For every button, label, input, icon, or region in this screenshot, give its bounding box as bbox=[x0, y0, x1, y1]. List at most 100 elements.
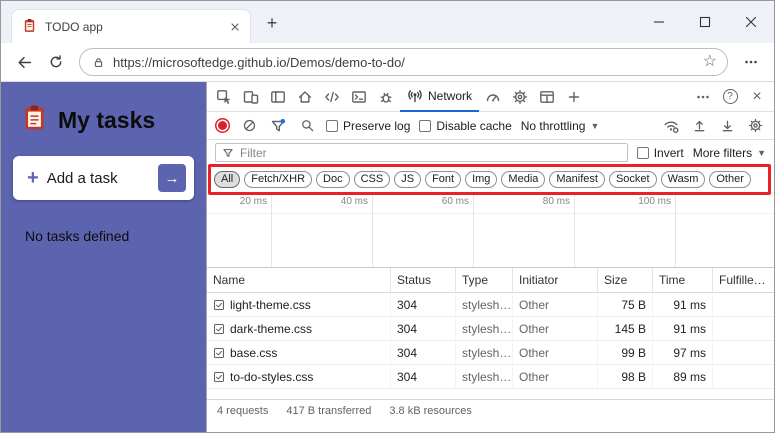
cell-time: 97 ms bbox=[653, 341, 713, 365]
help-icon[interactable]: ? bbox=[717, 84, 743, 110]
filter-chip-all[interactable]: All bbox=[214, 170, 241, 188]
network-filter-input[interactable] bbox=[240, 145, 621, 160]
tick-label: 20 ms bbox=[239, 196, 267, 207]
more-tabs-plus-icon[interactable] bbox=[561, 84, 587, 110]
device-emulation-icon[interactable] bbox=[238, 84, 264, 110]
search-icon[interactable] bbox=[297, 116, 317, 136]
submit-task-arrow-button[interactable]: → bbox=[158, 164, 186, 192]
network-summary-bar: 4 requests 417 B transferred 3.8 kB reso… bbox=[207, 399, 774, 422]
cell-status: 304 bbox=[391, 365, 456, 389]
column-header-fulfilled[interactable]: Fulfille… bbox=[713, 268, 774, 293]
cell-size: 145 B bbox=[598, 317, 653, 341]
column-header-name[interactable]: Name bbox=[207, 268, 391, 293]
tick-label: 40 ms bbox=[340, 196, 368, 207]
more-filters-dropdown[interactable]: More filters ▼ bbox=[693, 146, 766, 160]
disable-cache-label: Disable cache bbox=[436, 118, 512, 133]
home-icon[interactable] bbox=[292, 84, 318, 110]
column-header-size[interactable]: Size bbox=[598, 268, 653, 293]
filter-chip-doc[interactable]: Doc bbox=[316, 170, 350, 188]
network-settings-gear-icon[interactable] bbox=[744, 115, 766, 137]
maximize-button[interactable] bbox=[682, 1, 728, 43]
cell-size: 75 B bbox=[598, 293, 653, 317]
address-bar[interactable]: https://microsoftedge.github.io/Demos/de… bbox=[79, 48, 728, 76]
table-row[interactable]: light-theme.css 304 stylesh… Other 75 B … bbox=[207, 293, 774, 317]
devtools-more-menu-icon[interactable] bbox=[690, 84, 716, 110]
network-controls-bar: Preserve log Disable cache No throttling… bbox=[207, 112, 774, 140]
inspect-icon[interactable] bbox=[211, 84, 237, 110]
browser-tab-todo-app[interactable]: TODO app bbox=[11, 9, 251, 43]
cell-name[interactable]: base.css bbox=[207, 341, 391, 365]
disable-cache-checkbox[interactable]: Disable cache bbox=[419, 118, 512, 133]
clear-icon[interactable] bbox=[239, 116, 259, 136]
cell-name[interactable]: to-do-styles.css bbox=[207, 365, 391, 389]
application-icon[interactable] bbox=[534, 84, 560, 110]
cell-initiator: Other bbox=[513, 317, 598, 341]
table-row[interactable]: base.css 304 stylesh… Other 99 B 97 ms bbox=[207, 341, 774, 365]
filter-chip-wasm[interactable]: Wasm bbox=[660, 170, 706, 188]
checkbox-icon[interactable] bbox=[326, 119, 338, 132]
table-row[interactable]: dark-theme.css 304 stylesh… Other 145 B … bbox=[207, 317, 774, 341]
column-header-time[interactable]: Time bbox=[653, 268, 713, 293]
timeline-overview[interactable]: 20 ms 40 ms 60 ms 80 ms 100 ms bbox=[207, 193, 774, 268]
stylesheet-file-icon bbox=[213, 299, 225, 311]
tick-label: 100 ms bbox=[638, 196, 671, 207]
tab-network[interactable]: Network bbox=[400, 82, 480, 112]
url-text[interactable]: https://microsoftedge.github.io/Demos/de… bbox=[113, 55, 695, 70]
cell-name[interactable]: dark-theme.css bbox=[207, 317, 391, 341]
back-button[interactable] bbox=[9, 47, 39, 77]
invert-checkbox[interactable]: Invert bbox=[636, 146, 684, 160]
filter-chip-fetch-xhr[interactable]: Fetch/XHR bbox=[244, 170, 313, 188]
performance-icon[interactable] bbox=[480, 84, 506, 110]
filter-chip-js[interactable]: JS bbox=[394, 170, 422, 188]
filter-chip-other[interactable]: Other bbox=[709, 170, 751, 188]
add-task-button[interactable]: + Add a task → bbox=[13, 156, 194, 200]
gridline bbox=[372, 193, 373, 267]
filter-chip-socket[interactable]: Socket bbox=[608, 170, 657, 188]
add-task-label: Add a task bbox=[46, 169, 118, 187]
checkbox-icon[interactable] bbox=[636, 146, 649, 159]
column-header-status[interactable]: Status bbox=[391, 268, 456, 293]
elements-icon[interactable] bbox=[319, 84, 345, 110]
refresh-button[interactable] bbox=[41, 47, 71, 77]
table-row[interactable]: to-do-styles.css 304 stylesh… Other 98 B… bbox=[207, 365, 774, 389]
filter-input-box[interactable] bbox=[215, 143, 628, 162]
stylesheet-file-icon bbox=[213, 323, 225, 335]
devtools-panel: Network ? × Preserve log Disable cache N… bbox=[206, 82, 774, 432]
memory-gear-icon[interactable] bbox=[507, 84, 533, 110]
favorite-star-icon[interactable]: ☆ bbox=[703, 54, 717, 70]
record-button[interactable] bbox=[218, 121, 227, 130]
requests-table: Name Status Type Initiator Size Time Ful… bbox=[207, 268, 774, 432]
browser-more-menu-icon[interactable] bbox=[736, 47, 766, 77]
request-type-filters: All Fetch/XHR Doc CSS JS Font Img Media … bbox=[207, 166, 774, 193]
sources-debug-icon[interactable] bbox=[373, 84, 399, 110]
request-name: to-do-styles.css bbox=[230, 370, 314, 384]
filter-chip-css[interactable]: CSS bbox=[353, 170, 391, 188]
dock-panel-icon[interactable] bbox=[265, 84, 291, 110]
table-empty-space bbox=[207, 389, 774, 399]
cell-fulfilled bbox=[713, 365, 774, 389]
filter-chip-img[interactable]: Img bbox=[465, 170, 498, 188]
cell-name[interactable]: light-theme.css bbox=[207, 293, 391, 317]
cell-size: 99 B bbox=[598, 341, 653, 365]
close-window-button[interactable] bbox=[728, 1, 774, 43]
devtools-tab-bar: Network ? × bbox=[207, 82, 774, 112]
filter-funnel-icon[interactable] bbox=[268, 116, 288, 136]
minimize-button[interactable] bbox=[636, 1, 682, 43]
filter-chip-manifest[interactable]: Manifest bbox=[549, 170, 605, 188]
cell-time: 91 ms bbox=[653, 293, 713, 317]
column-header-initiator[interactable]: Initiator bbox=[513, 268, 598, 293]
filter-chip-font[interactable]: Font bbox=[425, 170, 462, 188]
network-conditions-icon[interactable] bbox=[660, 115, 682, 137]
close-devtools-icon[interactable]: × bbox=[744, 84, 770, 110]
column-header-type[interactable]: Type bbox=[456, 268, 513, 293]
preserve-log-checkbox[interactable]: Preserve log bbox=[326, 119, 410, 133]
console-icon[interactable] bbox=[346, 84, 372, 110]
throttling-dropdown[interactable]: No throttling ▼ bbox=[521, 119, 600, 133]
filter-chip-media[interactable]: Media bbox=[501, 170, 546, 188]
checkbox-icon[interactable] bbox=[419, 119, 432, 132]
new-tab-button[interactable]: + bbox=[259, 10, 285, 36]
import-har-icon[interactable] bbox=[688, 115, 710, 137]
chevron-down-icon: ▼ bbox=[590, 120, 600, 131]
tab-close-icon[interactable] bbox=[226, 18, 244, 36]
export-har-icon[interactable] bbox=[716, 115, 738, 137]
